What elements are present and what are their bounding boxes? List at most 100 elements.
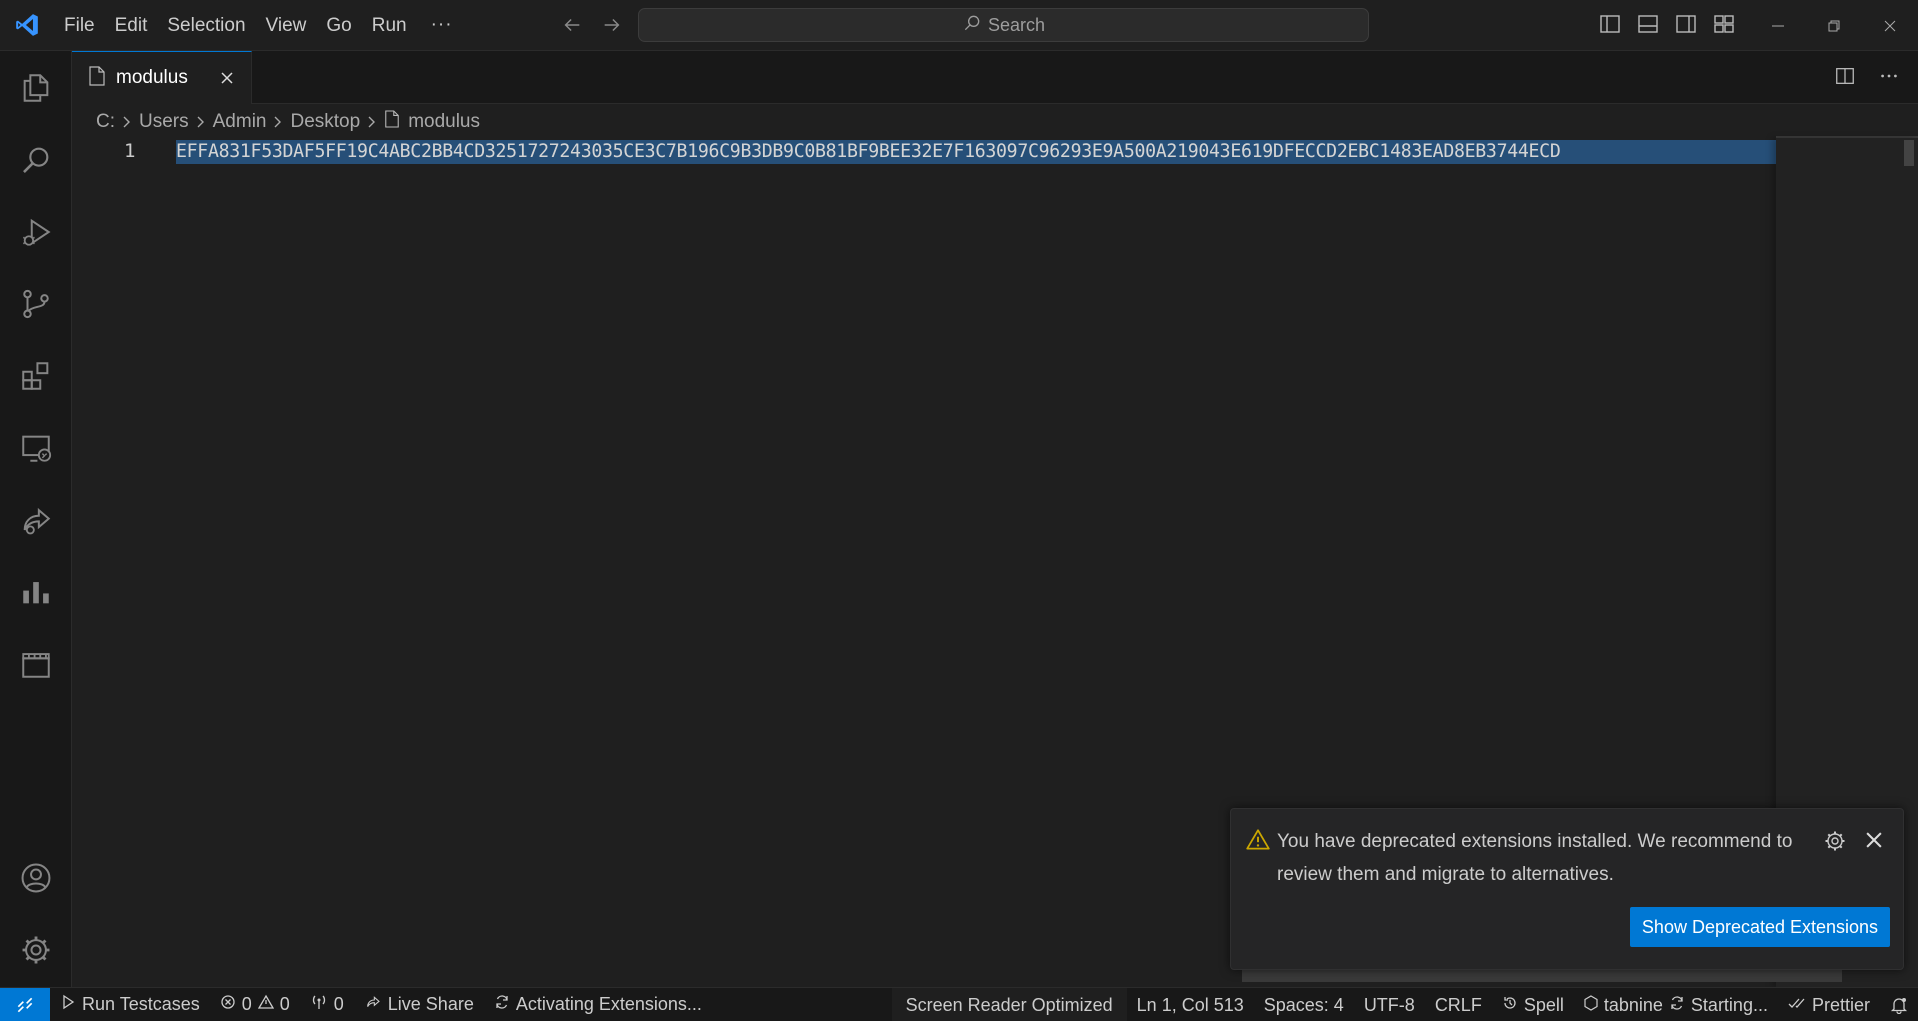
close-window-icon[interactable] [1862,0,1918,51]
tabnine-status-label: Starting... [1690,994,1768,1015]
prettier-label: Prettier [1811,994,1870,1015]
account-icon[interactable] [0,847,72,909]
tab-label: modulus [116,67,188,88]
explorer-icon[interactable] [0,57,72,119]
sync-icon [1669,995,1685,1016]
tabnine-label: tabnine [1603,994,1663,1015]
warning-icon [257,994,274,1015]
horizontal-scrollbar[interactable] [1242,968,1842,982]
status-tabnine[interactable]: tabnine Starting... [1574,988,1778,1021]
menu-selection[interactable]: Selection [157,0,255,51]
breadcrumb-users[interactable]: Users [139,111,189,133]
broadcast-icon [310,994,328,1015]
sync-icon [494,994,510,1015]
show-deprecated-extensions-button[interactable]: Show Deprecated Extensions [1630,907,1890,947]
toggle-primary-sidebar-icon[interactable] [1598,12,1622,41]
breadcrumb-desktop[interactable]: Desktop [290,111,360,133]
forward-arrow-icon[interactable] [599,12,625,38]
notification-toast: You have deprecated extensions installed… [1230,808,1904,970]
breadcrumb-file-label: modulus [408,110,481,132]
status-spell[interactable]: Spell [1492,988,1574,1021]
close-tab-icon[interactable] [215,66,239,90]
back-arrow-icon[interactable] [559,12,585,38]
warning-count: 0 [279,994,290,1014]
notification-settings-gear-icon[interactable] [1823,829,1847,853]
search-icon [962,13,982,38]
status-activating: Activating Extensions... [484,988,712,1021]
code-line[interactable]: EFFA831F53DAF5FF19C4ABC2BB4CD32517272430… [176,138,1918,166]
selected-code-text[interactable]: EFFA831F53DAF5FF19C4ABC2BB4CD32517272430… [176,140,1776,164]
line-number: 1 [124,140,136,162]
customize-layout-icon[interactable] [1712,12,1736,41]
notification-message: You have deprecated extensions installed… [1277,831,1793,885]
chevron-right-icon [272,115,284,129]
status-prettier[interactable]: Prettier [1778,988,1880,1021]
toggle-secondary-sidebar-icon[interactable] [1674,12,1698,41]
status-encoding[interactable]: UTF-8 [1354,988,1425,1021]
file-icon [88,65,106,91]
run-debug-icon[interactable] [0,201,72,263]
title-bar: File Edit Selection View Go Run ··· Sear… [0,0,1918,51]
activity-bar [0,51,72,987]
status-ports[interactable]: 0 [300,988,354,1021]
nav-arrows [559,12,625,38]
remote-indicator-icon[interactable] [0,987,50,1021]
clapperboard-icon[interactable] [0,633,72,695]
minimize-icon[interactable] [1750,0,1806,51]
extensions-icon[interactable] [0,345,72,407]
activating-label: Activating Extensions... [515,994,702,1014]
window-controls [1750,0,1918,51]
search-icon[interactable] [0,129,72,191]
notification-close-icon[interactable] [1863,829,1887,853]
tabnine-icon [1584,994,1598,1016]
menu-edit[interactable]: Edit [105,0,158,51]
menu-view[interactable]: View [256,0,317,51]
play-icon [60,994,76,1015]
menu-go[interactable]: Go [316,0,361,51]
vscode-logo-icon [0,0,54,51]
search-label: Search [987,14,1046,35]
notifications-bell-icon[interactable] [1880,988,1918,1021]
remote-explorer-icon[interactable] [0,417,72,479]
breadcrumb-file[interactable]: modulus [384,109,481,134]
tab-bar: modulus [72,51,1918,104]
spell-label: Spell [1523,994,1564,1015]
history-icon [1502,995,1518,1016]
status-eol[interactable]: CRLF [1425,988,1492,1021]
error-count: 0 [241,994,252,1014]
live-share-icon[interactable] [0,489,72,551]
manage-gear-icon[interactable] [0,919,72,981]
source-control-icon[interactable] [0,273,72,335]
command-center-search[interactable]: Search [638,8,1369,42]
status-bar-right: Screen Reader Optimized Ln 1, Col 513 Sp… [891,988,1918,1021]
chevron-right-icon [195,115,207,129]
status-screen-reader[interactable]: Screen Reader Optimized [891,988,1127,1021]
status-problems[interactable]: 0 0 [210,988,300,1021]
chevron-right-icon [366,115,378,129]
breadcrumb-admin[interactable]: Admin [213,111,267,133]
status-live-share[interactable]: Live Share [354,988,484,1021]
more-actions-icon[interactable] [1878,65,1900,92]
toggle-panel-icon[interactable] [1636,12,1660,41]
status-cursor-position[interactable]: Ln 1, Col 513 [1127,988,1254,1021]
status-run-testcases[interactable]: Run Testcases [50,988,210,1021]
menu-more-icon[interactable]: ··· [417,14,467,36]
warning-icon [1245,827,1271,853]
status-indentation[interactable]: Spaces: 4 [1254,988,1354,1021]
vertical-scrollbar[interactable] [1904,140,1914,166]
run-testcases-label: Run Testcases [82,994,200,1014]
error-icon [220,994,236,1015]
chevron-right-icon [121,115,133,129]
ports-count: 0 [333,994,344,1014]
restore-icon[interactable] [1806,0,1862,51]
breadcrumb-drive[interactable]: C: [96,111,115,133]
check-all-icon [1788,995,1806,1016]
menu-file[interactable]: File [54,0,105,51]
menu-bar: File Edit Selection View Go Run ··· [54,0,467,51]
split-editor-icon[interactable] [1834,65,1856,92]
menu-run[interactable]: Run [362,0,417,51]
breadcrumb: C: Users Admin Desktop modulus [72,105,1918,138]
tab-modulus[interactable]: modulus [72,51,252,104]
file-icon [384,109,400,134]
analytics-icon[interactable] [0,561,72,623]
